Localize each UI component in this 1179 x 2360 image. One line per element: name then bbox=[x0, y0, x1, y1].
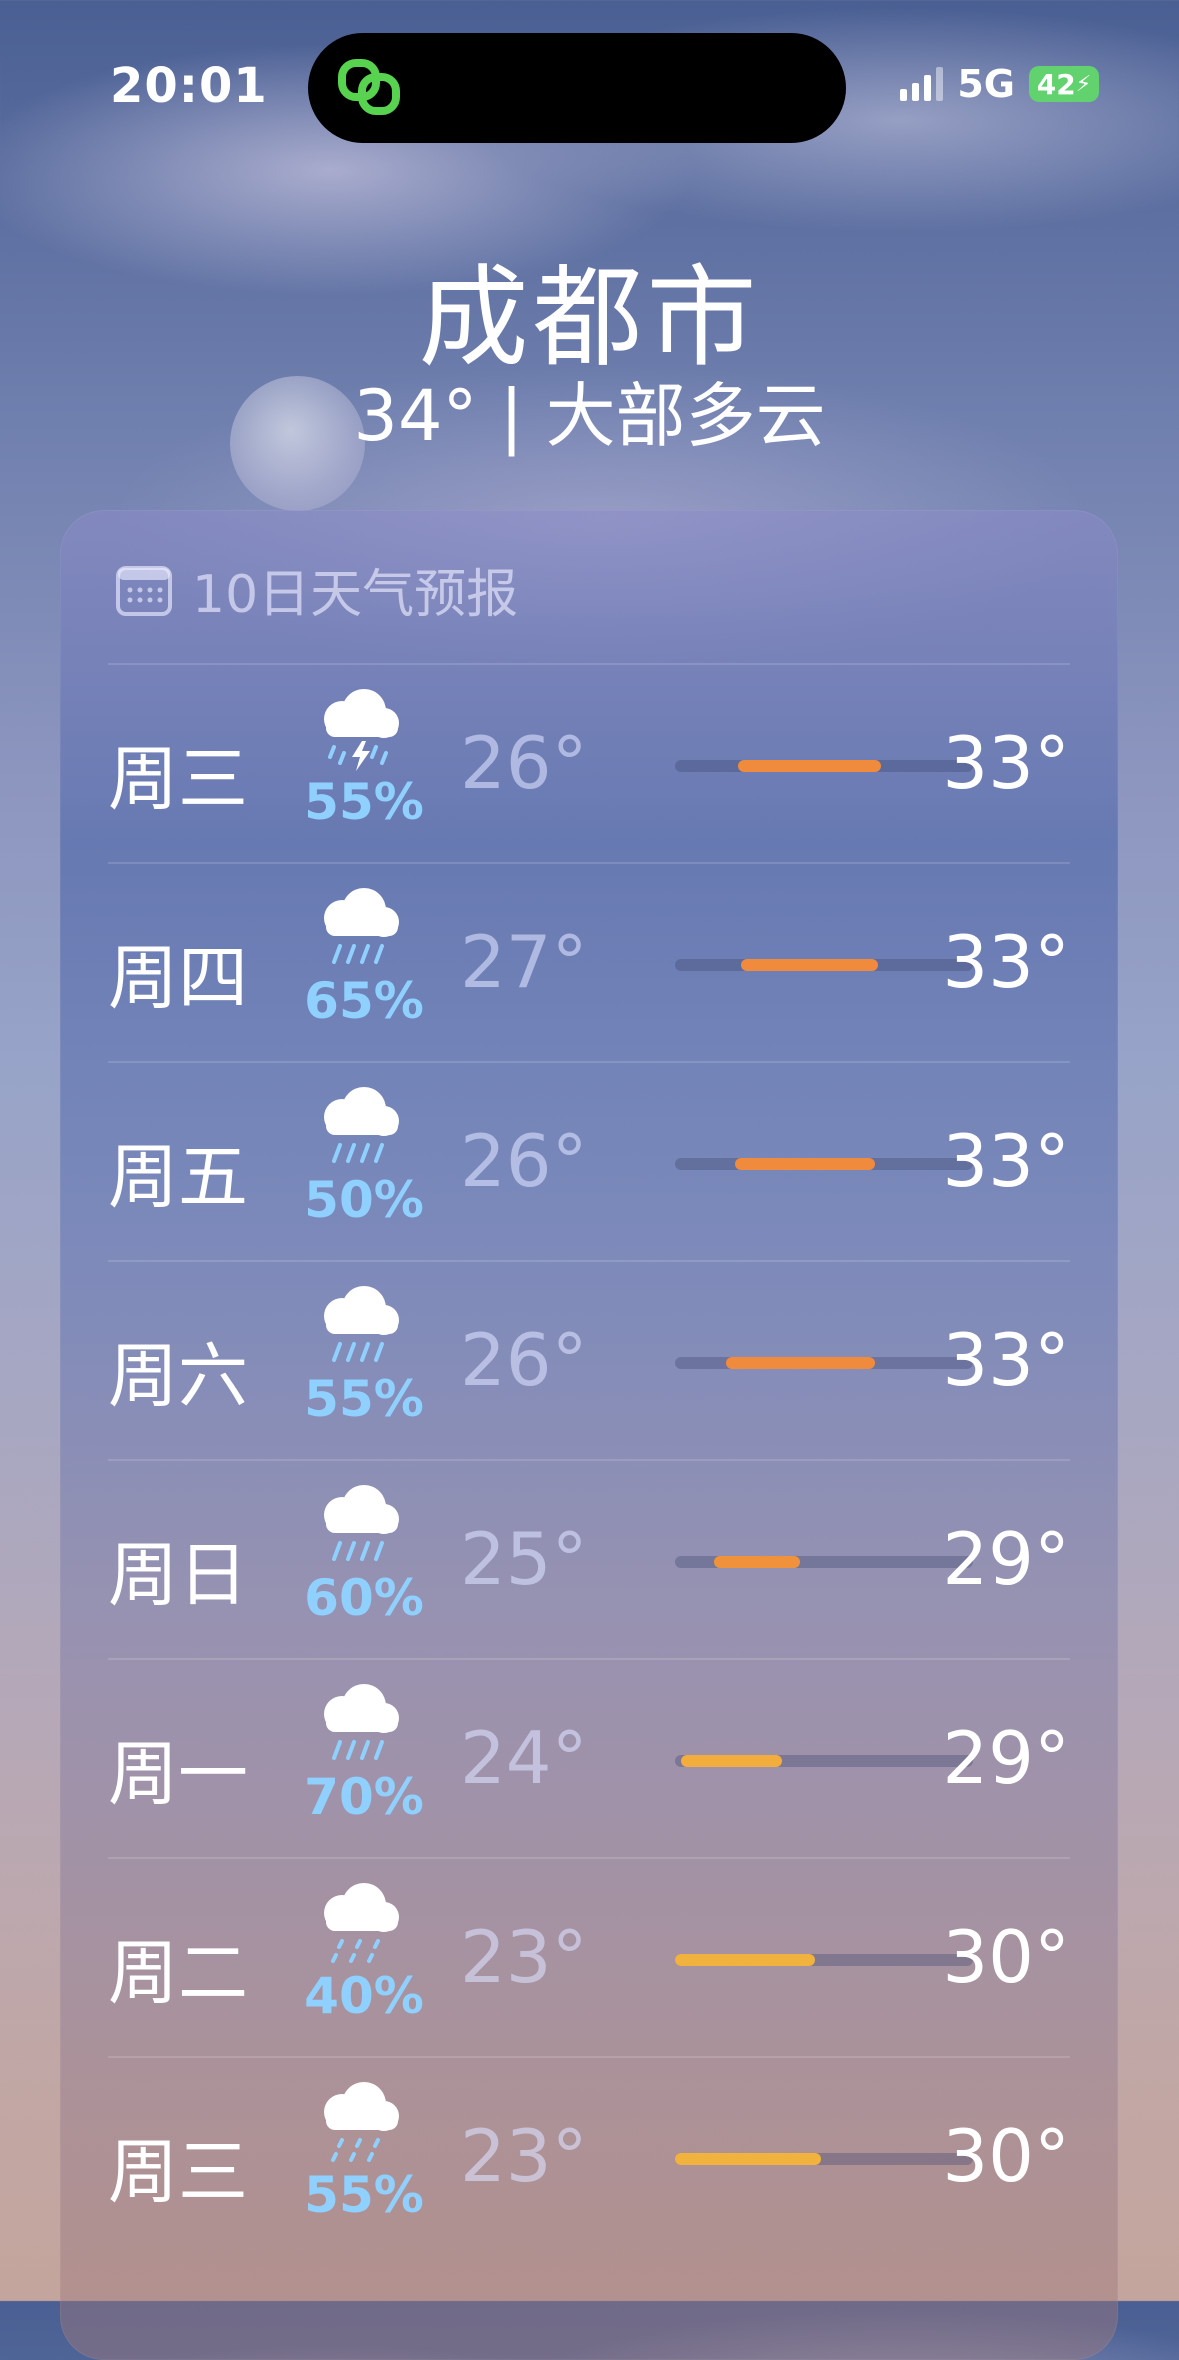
low-temperature: 25° bbox=[460, 1517, 588, 1601]
high-temperature: 29° bbox=[942, 1716, 1070, 1800]
forecast-row[interactable]: 周二 40% 23° 30° bbox=[108, 1857, 1070, 2057]
forecast-header: 10日天气预报 bbox=[116, 552, 518, 627]
status-indicators: 5G 42 ⚡ bbox=[900, 62, 1099, 106]
temperature-range-bar bbox=[675, 1755, 973, 1767]
precipitation-chance: 70% bbox=[304, 1768, 424, 1826]
forecast-day: 周四 bbox=[108, 937, 248, 1019]
temperature-range-fill bbox=[713, 1556, 801, 1568]
low-temperature: 23° bbox=[460, 2114, 588, 2198]
forecast-row[interactable]: 周六 55% 26° 33° bbox=[108, 1260, 1070, 1460]
precipitation-chance: 60% bbox=[304, 1569, 424, 1627]
drizzle-icon bbox=[324, 1883, 399, 1963]
high-temperature: 33° bbox=[942, 1119, 1070, 1203]
high-temperature: 33° bbox=[942, 721, 1070, 805]
forecast-day: 周三 bbox=[108, 738, 248, 820]
precipitation-chance: 55% bbox=[304, 1370, 424, 1428]
rain-icon bbox=[324, 1087, 399, 1163]
rain-icon bbox=[324, 888, 399, 964]
precipitation-chance: 55% bbox=[304, 2166, 424, 2224]
temperature-range-fill bbox=[675, 2153, 822, 2165]
low-temperature: 24° bbox=[460, 1716, 588, 1800]
high-temperature: 30° bbox=[942, 2114, 1070, 2198]
forecast-row[interactable]: 周三 55% 23° 30° bbox=[108, 2056, 1070, 2256]
network-type: 5G bbox=[957, 62, 1015, 106]
thunderstorm-icon bbox=[324, 689, 399, 771]
precipitation-chance: 65% bbox=[304, 972, 424, 1030]
temperature-range-fill bbox=[675, 1954, 816, 1966]
temperature-range-bar bbox=[675, 959, 973, 971]
low-temperature: 26° bbox=[460, 1318, 588, 1402]
temperature-range-fill bbox=[737, 760, 881, 772]
precipitation-chance: 50% bbox=[304, 1171, 424, 1229]
forecast-title: 10日天气预报 bbox=[192, 565, 519, 625]
temperature-range-bar bbox=[675, 1954, 973, 1966]
forecast-day: 周一 bbox=[108, 1733, 248, 1815]
calendar-icon bbox=[116, 565, 172, 616]
high-temperature: 30° bbox=[942, 1915, 1070, 1999]
low-temperature: 26° bbox=[460, 1119, 588, 1203]
forecast-day: 周日 bbox=[108, 1534, 248, 1616]
temperature-range-fill bbox=[740, 959, 878, 971]
battery-icon: 42 ⚡ bbox=[1029, 66, 1099, 102]
forecast-row[interactable]: 周四 65% 27° 33° bbox=[108, 862, 1070, 1062]
forecast-row[interactable]: 周三 55% 26° 33° bbox=[108, 663, 1070, 863]
temperature-range-fill bbox=[734, 1158, 875, 1170]
forecast-day: 周五 bbox=[108, 1136, 248, 1218]
low-temperature: 23° bbox=[460, 1915, 588, 1999]
current-weather-summary: 34° | 大部多云 bbox=[353, 375, 826, 457]
temperature-range-bar bbox=[675, 1158, 973, 1170]
precipitation-chance: 55% bbox=[304, 773, 424, 831]
temperature-range-bar bbox=[675, 2153, 973, 2165]
low-temperature: 26° bbox=[460, 721, 588, 805]
temperature-range-fill bbox=[680, 1755, 783, 1767]
temperature-range-bar bbox=[675, 1556, 973, 1568]
drizzle-icon bbox=[324, 2082, 399, 2162]
status-time: 20:01 bbox=[110, 58, 268, 114]
high-temperature: 33° bbox=[942, 920, 1070, 1004]
high-temperature: 33° bbox=[942, 1318, 1070, 1402]
forecast-row[interactable]: 周五 50% 26° 33° bbox=[108, 1061, 1070, 1261]
precipitation-chance: 40% bbox=[304, 1967, 424, 2025]
temperature-range-bar bbox=[675, 1357, 973, 1369]
low-temperature: 27° bbox=[460, 920, 588, 1004]
temperature-range-fill bbox=[725, 1357, 875, 1369]
high-temperature: 29° bbox=[942, 1517, 1070, 1601]
rain-icon bbox=[324, 1684, 399, 1760]
forecast-row[interactable]: 周一 70% 24° 29° bbox=[108, 1658, 1070, 1858]
rain-icon bbox=[324, 1485, 399, 1561]
cellular-signal-icon bbox=[900, 67, 944, 101]
ten-day-forecast-card[interactable]: 10日天气预报 周三 55% 26° 33° 周四 65% 27° 33° 周五 50% 26° 33… bbox=[60, 510, 1118, 2360]
forecast-day: 周二 bbox=[108, 1932, 248, 2014]
link-app-icon bbox=[338, 59, 400, 115]
forecast-day: 周三 bbox=[108, 2131, 248, 2213]
rain-icon bbox=[324, 1286, 399, 1362]
forecast-row[interactable]: 周日 60% 25° 29° bbox=[108, 1459, 1070, 1659]
battery-level: 42 bbox=[1036, 67, 1076, 101]
dynamic-island[interactable] bbox=[308, 33, 846, 143]
forecast-day: 周六 bbox=[108, 1335, 248, 1417]
temperature-range-bar bbox=[675, 760, 973, 772]
